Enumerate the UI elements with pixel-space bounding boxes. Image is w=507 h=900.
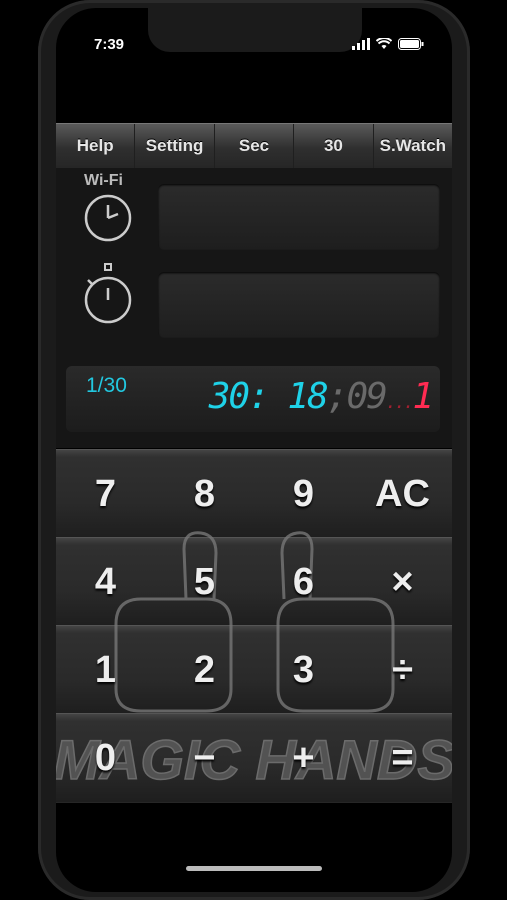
wifi-label: Wi-Fi xyxy=(84,172,123,189)
keypad: 7 8 9 AC 4 5 6 × 1 2 3 ÷ 0 − + = xyxy=(56,449,452,803)
key-multiply[interactable]: × xyxy=(353,538,452,626)
key-row: 1 2 3 ÷ xyxy=(56,625,452,714)
stopwatch-button[interactable]: S.Watch xyxy=(374,124,452,168)
key-row: 4 5 6 × xyxy=(56,537,452,626)
battery-icon xyxy=(398,38,424,50)
status-icons xyxy=(352,38,424,50)
key-1[interactable]: 1 xyxy=(56,626,155,714)
wifi-icon xyxy=(376,38,392,49)
key-7[interactable]: 7 xyxy=(56,450,155,538)
timer-display: 1/30 30: 18;09...1 xyxy=(66,366,440,432)
timer-readout: 30: 18;09...1 xyxy=(208,376,434,417)
key-0[interactable]: 0 xyxy=(56,714,155,802)
timer-main: 30: 18 xyxy=(208,376,329,417)
key-8[interactable]: 8 xyxy=(155,450,254,538)
timer-red-digit: 1 xyxy=(412,376,434,417)
clock-icon xyxy=(84,194,132,242)
stopwatch-icon xyxy=(84,263,132,324)
setting-button[interactable]: Setting xyxy=(135,124,215,168)
stopwatch-field xyxy=(158,272,440,338)
key-minus[interactable]: − xyxy=(155,714,254,802)
help-button[interactable]: Help xyxy=(56,124,136,168)
key-equals[interactable]: = xyxy=(353,714,452,802)
toolbar: Help Setting Sec 30 S.Watch xyxy=(56,123,452,169)
sec-button[interactable]: Sec xyxy=(215,124,295,168)
timer-dots: ... xyxy=(385,392,414,413)
key-row: 7 8 9 AC xyxy=(56,449,452,538)
key-5[interactable]: 5 xyxy=(155,538,254,626)
count-button[interactable]: 30 xyxy=(294,124,374,168)
key-3[interactable]: 3 xyxy=(254,626,353,714)
count-label: 1/30 xyxy=(86,374,127,397)
status-time: 7:39 xyxy=(94,36,125,53)
notch xyxy=(148,8,362,52)
signal-icon xyxy=(352,38,370,50)
key-9[interactable]: 9 xyxy=(254,450,353,538)
app-screen: 7:39 Help Setting Sec 30 S.Watch Wi-Fi 1… xyxy=(56,8,452,892)
key-row: 0 − + = xyxy=(56,713,452,802)
key-2[interactable]: 2 xyxy=(155,626,254,714)
key-plus[interactable]: + xyxy=(254,714,353,802)
key-ac[interactable]: AC xyxy=(353,450,452,538)
phone-frame: 7:39 Help Setting Sec 30 S.Watch Wi-Fi 1… xyxy=(38,0,470,900)
key-6[interactable]: 6 xyxy=(254,538,353,626)
info-panel: Wi-Fi 1/30 30: 18;09...1 xyxy=(56,168,452,448)
key-divide[interactable]: ÷ xyxy=(353,626,452,714)
home-indicator xyxy=(186,866,322,871)
key-4[interactable]: 4 xyxy=(56,538,155,626)
wifi-time-field xyxy=(158,184,440,250)
timer-seconds: ;09 xyxy=(326,376,388,417)
